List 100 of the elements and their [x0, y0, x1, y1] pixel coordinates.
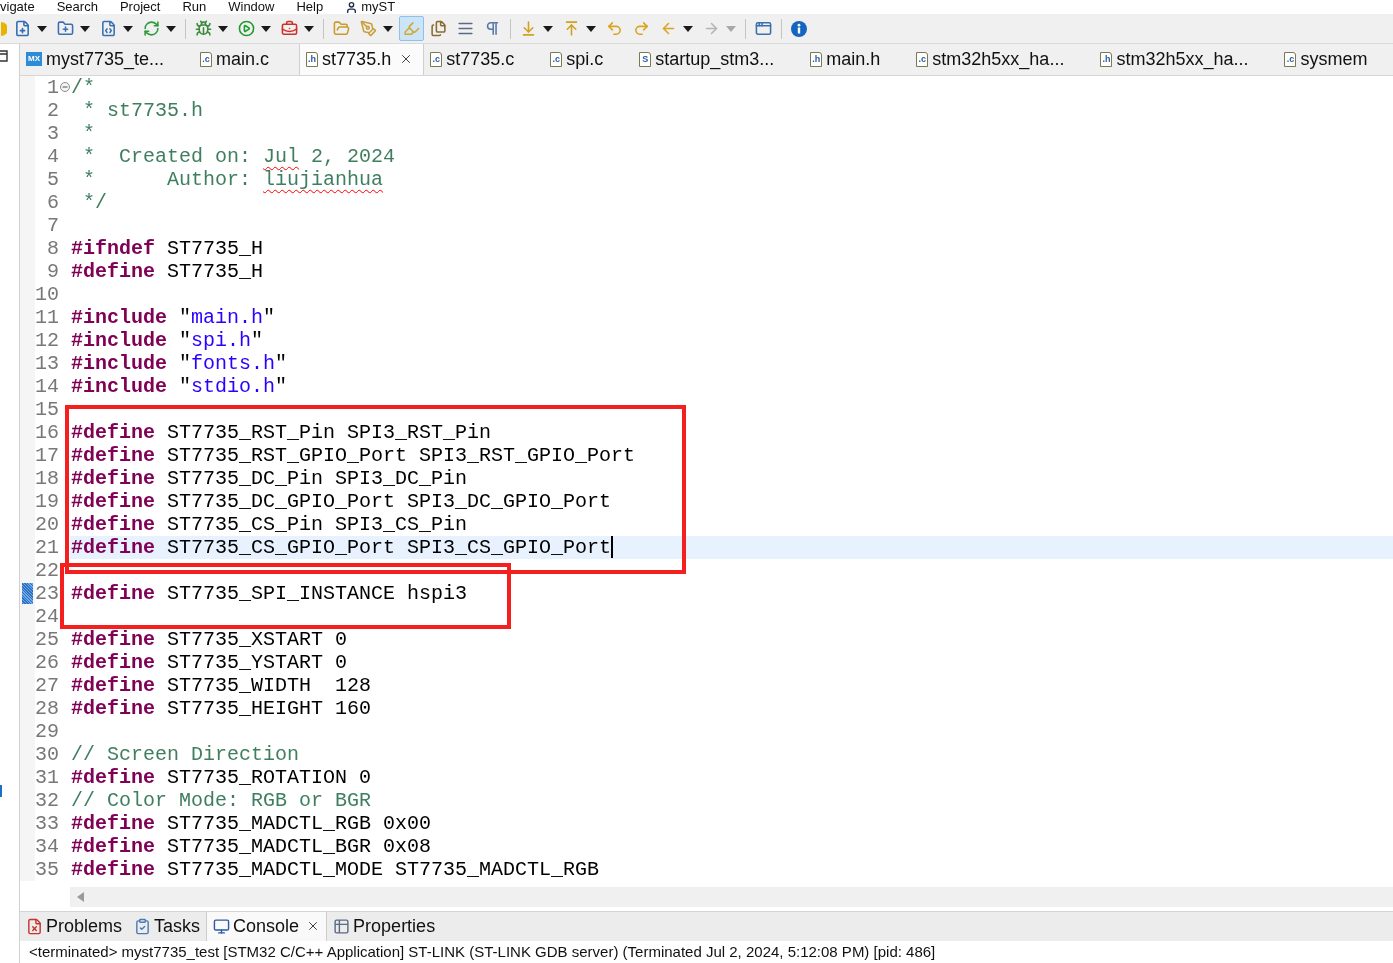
code-line: #define ST7735_YSTART 0 [71, 650, 348, 674]
folder-plus-icon [57, 20, 74, 37]
line-number: 35 [35, 857, 59, 881]
panel-tab-label: Problems [46, 914, 123, 938]
panel-tab[interactable]: Tasks [128, 911, 207, 941]
file-icon: .c [1284, 51, 1297, 67]
line-number: 21 [35, 535, 59, 559]
menu-item[interactable]: Project [119, 0, 161, 14]
pen-icon [360, 20, 377, 37]
clipboard-check-icon [134, 917, 152, 935]
code-line: * st7735.h [82, 98, 204, 122]
line-number: 24 [35, 604, 59, 628]
edge-marker-icon [0, 785, 2, 797]
panel-tab-label: Tasks [154, 914, 201, 938]
perspective-menu[interactable]: myST [361, 0, 396, 14]
tab-label: startup_stm3... [655, 47, 775, 72]
code-line: #include "stdio.h" [71, 374, 288, 398]
editor-tab[interactable]: .c sysmem [1278, 44, 1393, 75]
panel-tab-label: Console [233, 914, 300, 938]
editor-tab[interactable]: .h main.h [804, 44, 911, 75]
bug-icon [195, 20, 212, 37]
editor-tab[interactable]: .c main.c [194, 44, 300, 75]
editor-tab[interactable]: .c st7735.c [424, 44, 545, 75]
code-line: #include "fonts.h" [71, 351, 288, 375]
tab-label: stm32h5xx_ha... [1116, 47, 1249, 72]
arrow-up-icon [563, 20, 580, 37]
pilcrow-icon [484, 20, 501, 37]
code-line: #ifndef ST7735_H [71, 236, 264, 260]
code-line: #define ST7735_SPI_INSTANCE hspi3 [71, 581, 468, 605]
line-number: 17 [35, 443, 59, 467]
code-line: #define ST7735_XSTART 0 [71, 627, 348, 651]
tab-label: st7735.h [322, 47, 392, 71]
menu-item[interactable]: Window [228, 0, 275, 14]
panel-tab[interactable]: Properties [327, 911, 442, 941]
menu-item[interactable]: vigate [0, 0, 35, 14]
line-number: 28 [35, 696, 59, 720]
files-icon [430, 20, 447, 37]
line-number: 19 [35, 489, 59, 513]
editor-tab[interactable]: .c spi.c [544, 44, 634, 75]
line-number: 15 [35, 397, 59, 421]
tab-label: stm32h5xx_ha... [932, 47, 1065, 72]
line-number: 6 [46, 190, 59, 214]
tab-label: main.c [216, 47, 270, 71]
view-restore-icon[interactable] [0, 50, 8, 62]
code-line: #define ST7735_RST_Pin SPI3_RST_Pin [71, 420, 492, 444]
file-icon: .c [916, 51, 929, 67]
folder-open-icon [333, 20, 350, 37]
code-line: #define ST7735_MADCTL_BGR 0x08 [71, 834, 432, 858]
code-line: #define ST7735_DC_Pin SPI3_DC_Pin [71, 466, 468, 490]
line-number: 16 [35, 420, 59, 444]
code-line: #define ST7735_WIDTH 128 [71, 673, 372, 697]
arrow-left-icon [660, 20, 677, 37]
editor-tab[interactable]: .h stm32h5xx_ha... [1094, 44, 1279, 75]
line-number: 26 [35, 650, 59, 674]
line-number: 13 [35, 351, 59, 375]
list-icon [457, 20, 474, 37]
menu-item[interactable]: Help [296, 0, 324, 14]
panel-tab[interactable]: Problems [20, 911, 129, 941]
line-number: 2 [46, 98, 59, 122]
line-number: 14 [35, 374, 59, 398]
line-number: 10 [35, 282, 59, 306]
menu-item[interactable]: Run [182, 0, 207, 14]
code-line: #define ST7735_HEIGHT 160 [71, 696, 372, 720]
table-icon [333, 917, 351, 935]
line-number: 20 [35, 512, 59, 536]
line-number: 4 [46, 144, 59, 168]
tab-label: sysmem [1300, 47, 1368, 71]
code-line: #define ST7735_CS_Pin SPI3_CS_Pin [71, 512, 468, 536]
panel-tab-label: Properties [353, 914, 436, 938]
file-icon: .h [306, 51, 319, 67]
line-number: 8 [46, 236, 59, 260]
code-line: #define ST7735_DC_GPIO_Port SPI3_DC_GPIO_Port [71, 489, 612, 513]
editor-tab[interactable]: .h st7735.h [299, 44, 425, 75]
code-line: /* [71, 75, 95, 99]
refresh-icon [143, 20, 160, 37]
problems-icon [26, 917, 43, 935]
highlighter-icon [403, 20, 420, 37]
menu-item[interactable]: Search [56, 0, 98, 14]
line-number: 11 [35, 305, 59, 329]
editor-tab[interactable]: MX myst7735_te... [20, 44, 195, 75]
file-code-icon [100, 20, 117, 37]
line-number: 18 [35, 466, 59, 490]
code-line: #include "main.h" [71, 305, 276, 329]
info-icon [791, 20, 807, 37]
horizontal-scrollbar[interactable] [70, 886, 1393, 907]
tab-label: myst7735_te... [46, 47, 165, 72]
editor-tab[interactable]: .c stm32h5xx_ha... [910, 44, 1095, 75]
arrow-right-icon [703, 20, 720, 37]
tab-label: spi.c [566, 47, 604, 71]
panel-tab[interactable]: Console [206, 911, 328, 941]
window-icon [755, 20, 772, 37]
app-badge-icon: MX [26, 52, 42, 67]
code-line: #define ST7735_H [71, 259, 264, 283]
editor-tab[interactable]: S startup_stm3... [633, 44, 805, 75]
code-line: #define ST7735_ROTATION 0 [71, 765, 372, 789]
line-number: 33 [35, 811, 59, 835]
collapse-icon[interactable] [59, 82, 70, 93]
user-icon [345, 0, 359, 14]
file-plus-icon [14, 20, 31, 37]
line-number: 25 [35, 627, 59, 651]
